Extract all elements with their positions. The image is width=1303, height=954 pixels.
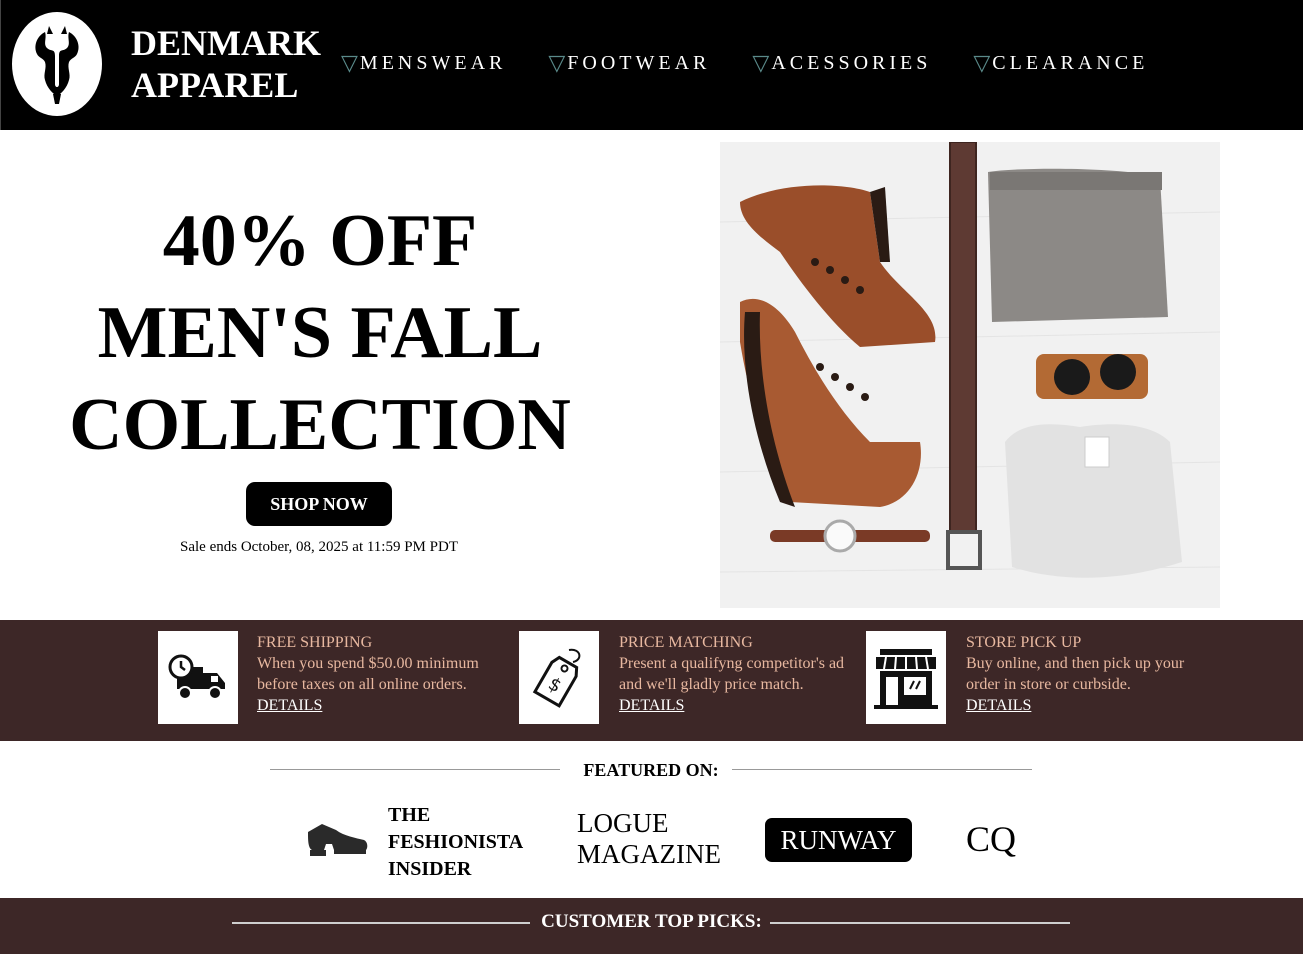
- delivery-truck-clock-icon: [158, 631, 238, 724]
- feshionista-insider-logo[interactable]: THE FESHIONISTA INSIDER: [388, 802, 523, 883]
- top-picks-heading: CUSTOMER TOP PICKS:: [541, 911, 762, 932]
- nav-menswear[interactable]: ▽ MENSWEAR: [341, 50, 506, 76]
- chevron-down-icon: ▽: [548, 50, 566, 75]
- shop-now-button[interactable]: SHOP NOW: [246, 482, 392, 526]
- nav-label: CLEARANCE: [992, 51, 1149, 74]
- brand-line-1: DENMARK: [131, 23, 321, 63]
- benefit-desc: Present a qualifyng competitor's ad and …: [619, 655, 845, 693]
- benefit-free-shipping: FREE SHIPPING When you spend $50.00 mini…: [257, 632, 492, 716]
- top-picks-band: CUSTOMER TOP PICKS:: [0, 898, 1303, 954]
- featured-on-heading: FEATURED ON:: [270, 760, 1032, 782]
- menswear-flatlay-image: [720, 142, 1220, 608]
- benefit-title: STORE PICK UP: [966, 634, 1082, 651]
- storefront-icon: [866, 631, 946, 724]
- nav-label: FOOTWEAR: [567, 51, 711, 74]
- price-match-details-link[interactable]: DETAILS: [619, 695, 854, 716]
- hero-product-image: [720, 142, 1220, 608]
- pub-line: MAGAZINE: [577, 839, 721, 869]
- nav-clearance[interactable]: ▽ CLEARANCE: [973, 50, 1148, 76]
- benefit-desc: When you spend $50.00 minimum before tax…: [257, 655, 479, 693]
- benefit-store-pickup: STORE PICK UP Buy online, and then pick …: [966, 632, 1201, 716]
- hero-line-3: COLLECTION: [69, 384, 571, 466]
- benefits-bar: FREE SHIPPING When you spend $50.00 mini…: [0, 620, 1303, 741]
- nav-footwear[interactable]: ▽ FOOTWEAR: [548, 50, 710, 76]
- nav-accessories[interactable]: ▽ ACESSORIES: [752, 50, 931, 76]
- nav-label: MENSWEAR: [359, 51, 507, 74]
- brand-name[interactable]: DENMARK APPAREL: [131, 22, 321, 106]
- hero-headline: 40% OFF MEN'S FALL COLLECTION: [60, 195, 580, 471]
- nav-label: ACESSORIES: [771, 51, 932, 74]
- shipping-details-link[interactable]: DETAILS: [257, 695, 492, 716]
- pub-line: FESHIONISTA: [388, 831, 524, 853]
- brand-logo[interactable]: [12, 12, 102, 116]
- chevron-down-icon: ▽: [341, 50, 358, 75]
- hero-line-2: MEN'S FALL: [97, 292, 543, 374]
- featured-label: FEATURED ON:: [270, 760, 1032, 781]
- benefit-title: PRICE MATCHING: [619, 634, 753, 651]
- brand-line-2: APPAREL: [131, 65, 299, 105]
- chevron-down-icon: ▽: [973, 50, 991, 75]
- dress-shoe-icon: [306, 820, 370, 863]
- main-nav: ▽ MENSWEAR ▽ FOOTWEAR ▽ ACESSORIES ▽ CLE…: [341, 50, 1148, 76]
- pub-line: INSIDER: [388, 858, 472, 880]
- benefit-desc: Buy online, and then pick up your order …: [966, 655, 1185, 693]
- benefit-title: FREE SHIPPING: [257, 634, 373, 651]
- hero-line-1: 40% OFF: [162, 200, 478, 282]
- pub-line: THE: [388, 804, 431, 826]
- price-tag-icon: $: [519, 631, 599, 724]
- svg-text:$: $: [545, 673, 565, 697]
- pickup-details-link[interactable]: DETAILS: [966, 695, 1201, 716]
- pub-line: LOGUE: [577, 808, 669, 838]
- site-header: DENMARK APPAREL ▽ MENSWEAR ▽ FOOTWEAR ▽ …: [0, 0, 1303, 130]
- cq-logo[interactable]: CQ: [966, 818, 1016, 860]
- horse-logo-icon: [35, 26, 79, 104]
- sale-ends-text: Sale ends October, 08, 2025 at 11:59 PM …: [180, 539, 458, 555]
- runway-logo[interactable]: RUNWAY: [765, 818, 912, 862]
- benefit-price-matching: PRICE MATCHING Present a qualifyng compe…: [619, 632, 854, 716]
- featured-label-text: FEATURED ON:: [573, 760, 729, 780]
- chevron-down-icon: ▽: [752, 50, 770, 75]
- logue-magazine-logo[interactable]: LOGUE MAGAZINE: [577, 808, 721, 870]
